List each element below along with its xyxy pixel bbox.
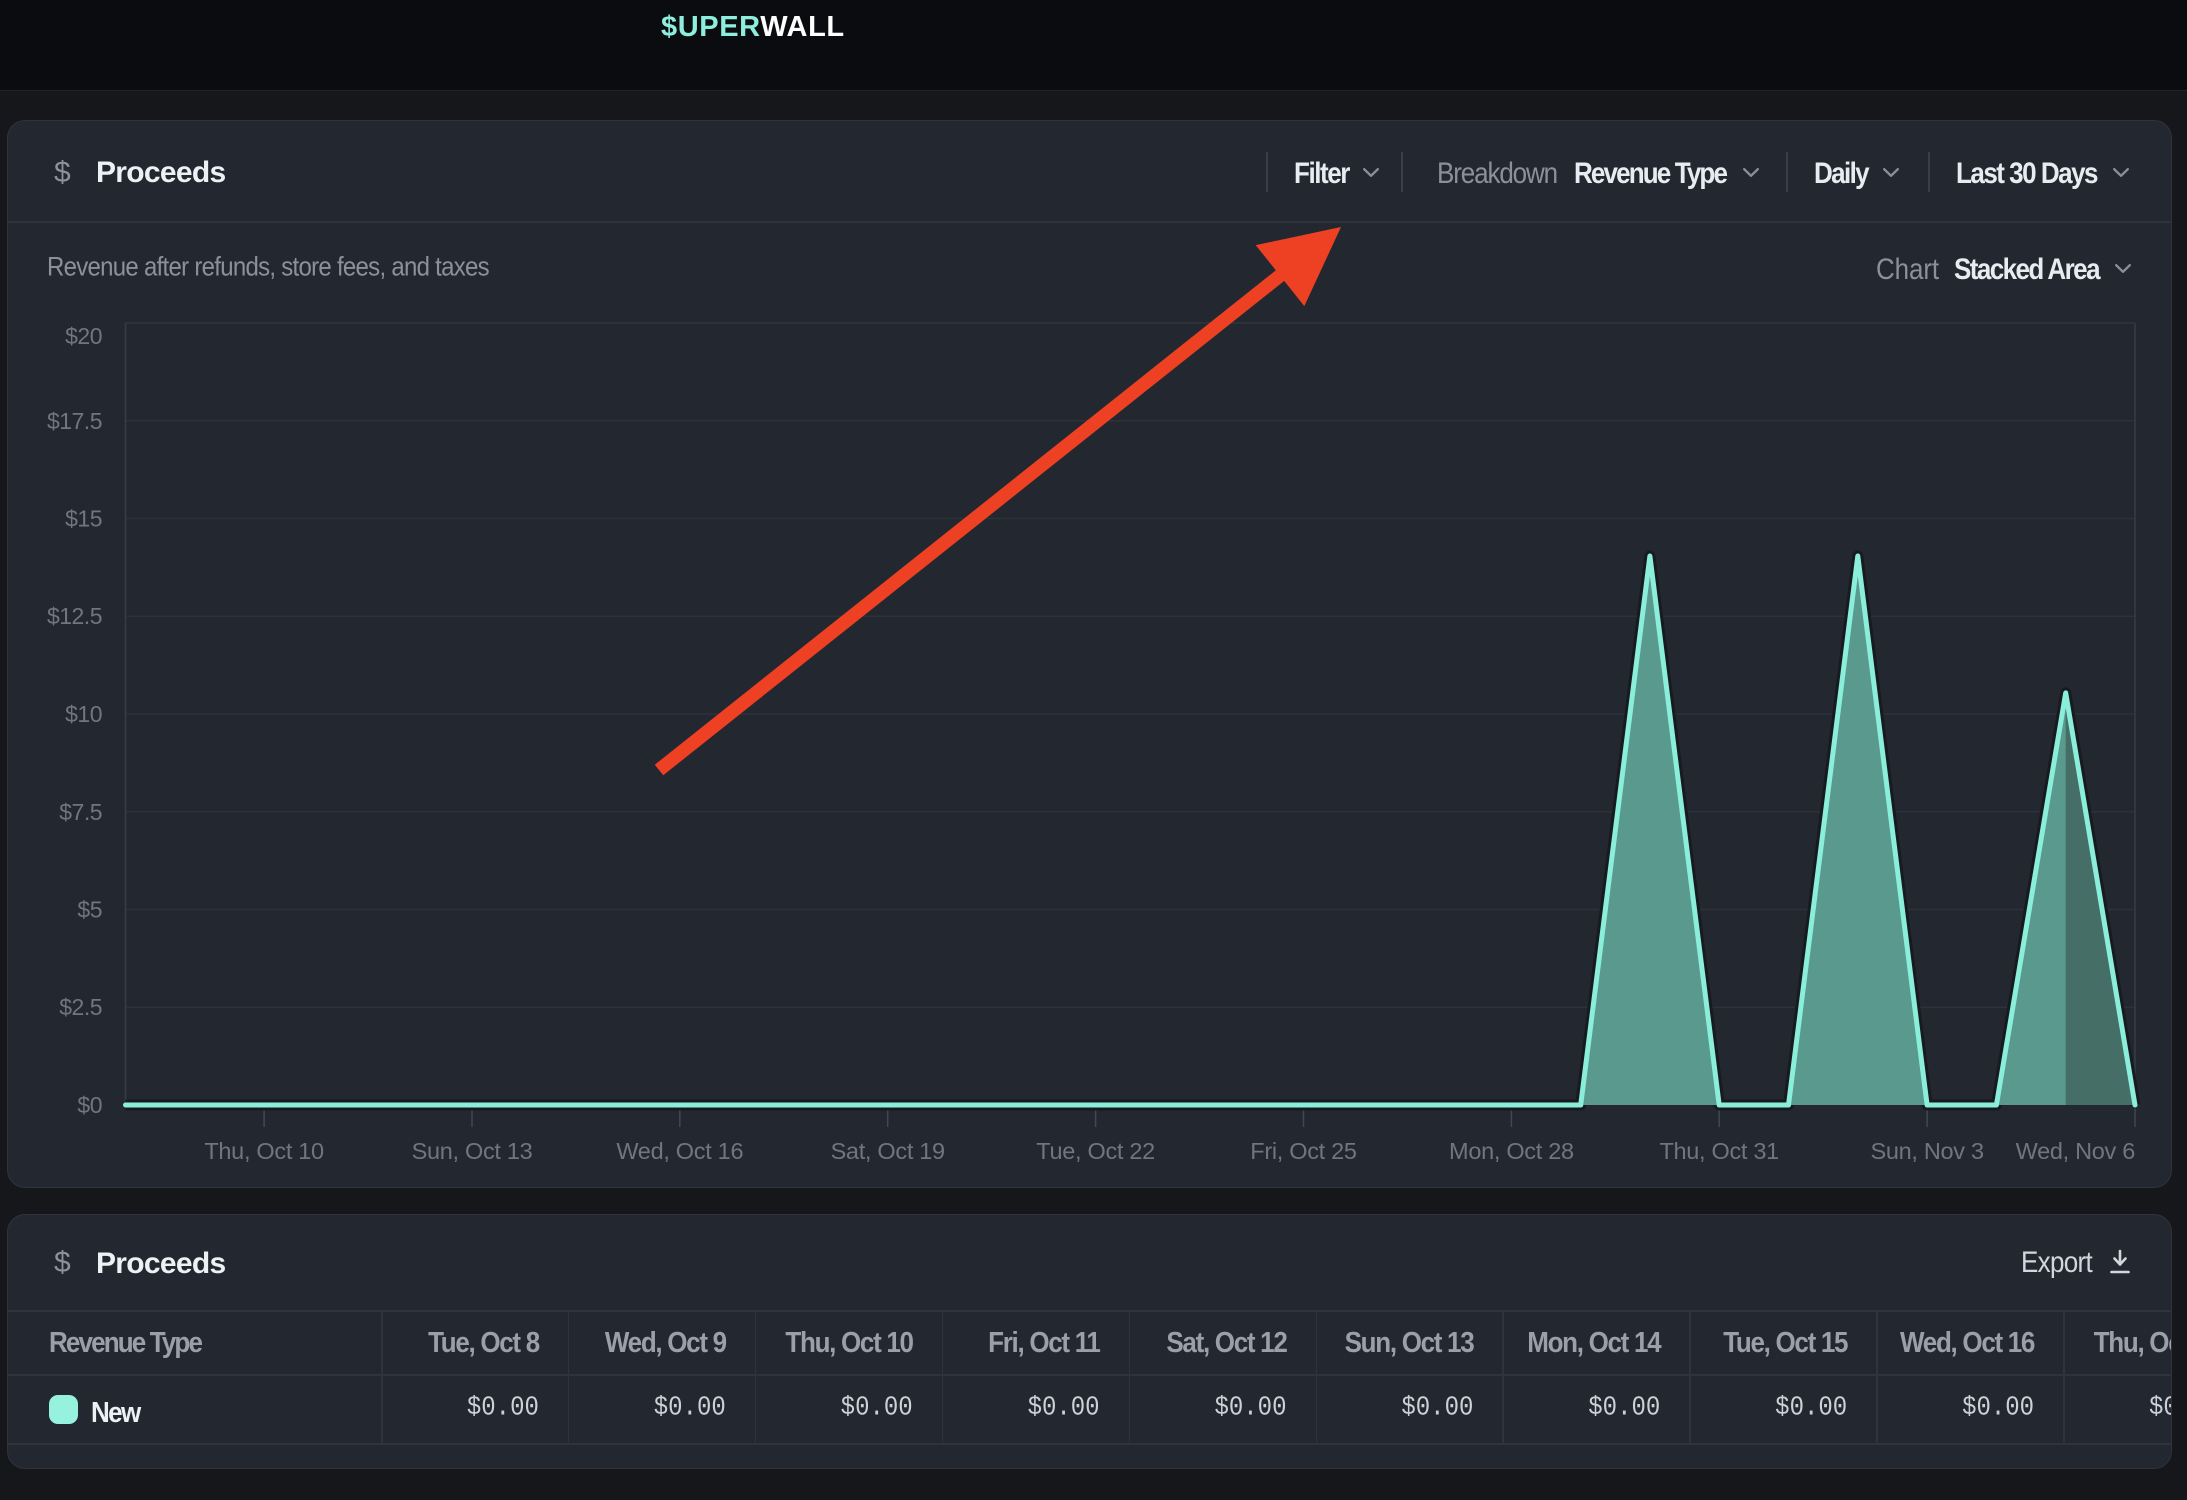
svg-text:$20: $20 xyxy=(65,323,102,349)
svg-text:$15: $15 xyxy=(65,506,102,532)
svg-text:$17.5: $17.5 xyxy=(47,408,102,434)
svg-text:Sun, Nov 3: Sun, Nov 3 xyxy=(1870,1138,1983,1164)
svg-text:$10: $10 xyxy=(65,701,102,727)
svg-text:Sat, Oct 19: Sat, Oct 19 xyxy=(831,1138,945,1164)
svg-text:Wed, Nov 6: Wed, Nov 6 xyxy=(2016,1138,2136,1164)
svg-text:Wed, Oct 16: Wed, Oct 16 xyxy=(616,1138,743,1164)
svg-text:Thu, Oct 31: Thu, Oct 31 xyxy=(1659,1138,1778,1164)
svg-text:Sun, Oct 13: Sun, Oct 13 xyxy=(412,1138,533,1164)
svg-text:$5: $5 xyxy=(77,897,102,923)
svg-text:$12.5: $12.5 xyxy=(47,603,102,629)
svg-text:Mon, Oct 28: Mon, Oct 28 xyxy=(1449,1138,1574,1164)
svg-text:Fri, Oct 25: Fri, Oct 25 xyxy=(1250,1138,1357,1164)
svg-text:Tue, Oct 22: Tue, Oct 22 xyxy=(1036,1138,1155,1164)
svg-text:$7.5: $7.5 xyxy=(59,799,102,825)
svg-text:Thu, Oct 10: Thu, Oct 10 xyxy=(204,1138,324,1164)
svg-text:$2.5: $2.5 xyxy=(59,994,102,1020)
svg-text:$0: $0 xyxy=(77,1092,102,1118)
